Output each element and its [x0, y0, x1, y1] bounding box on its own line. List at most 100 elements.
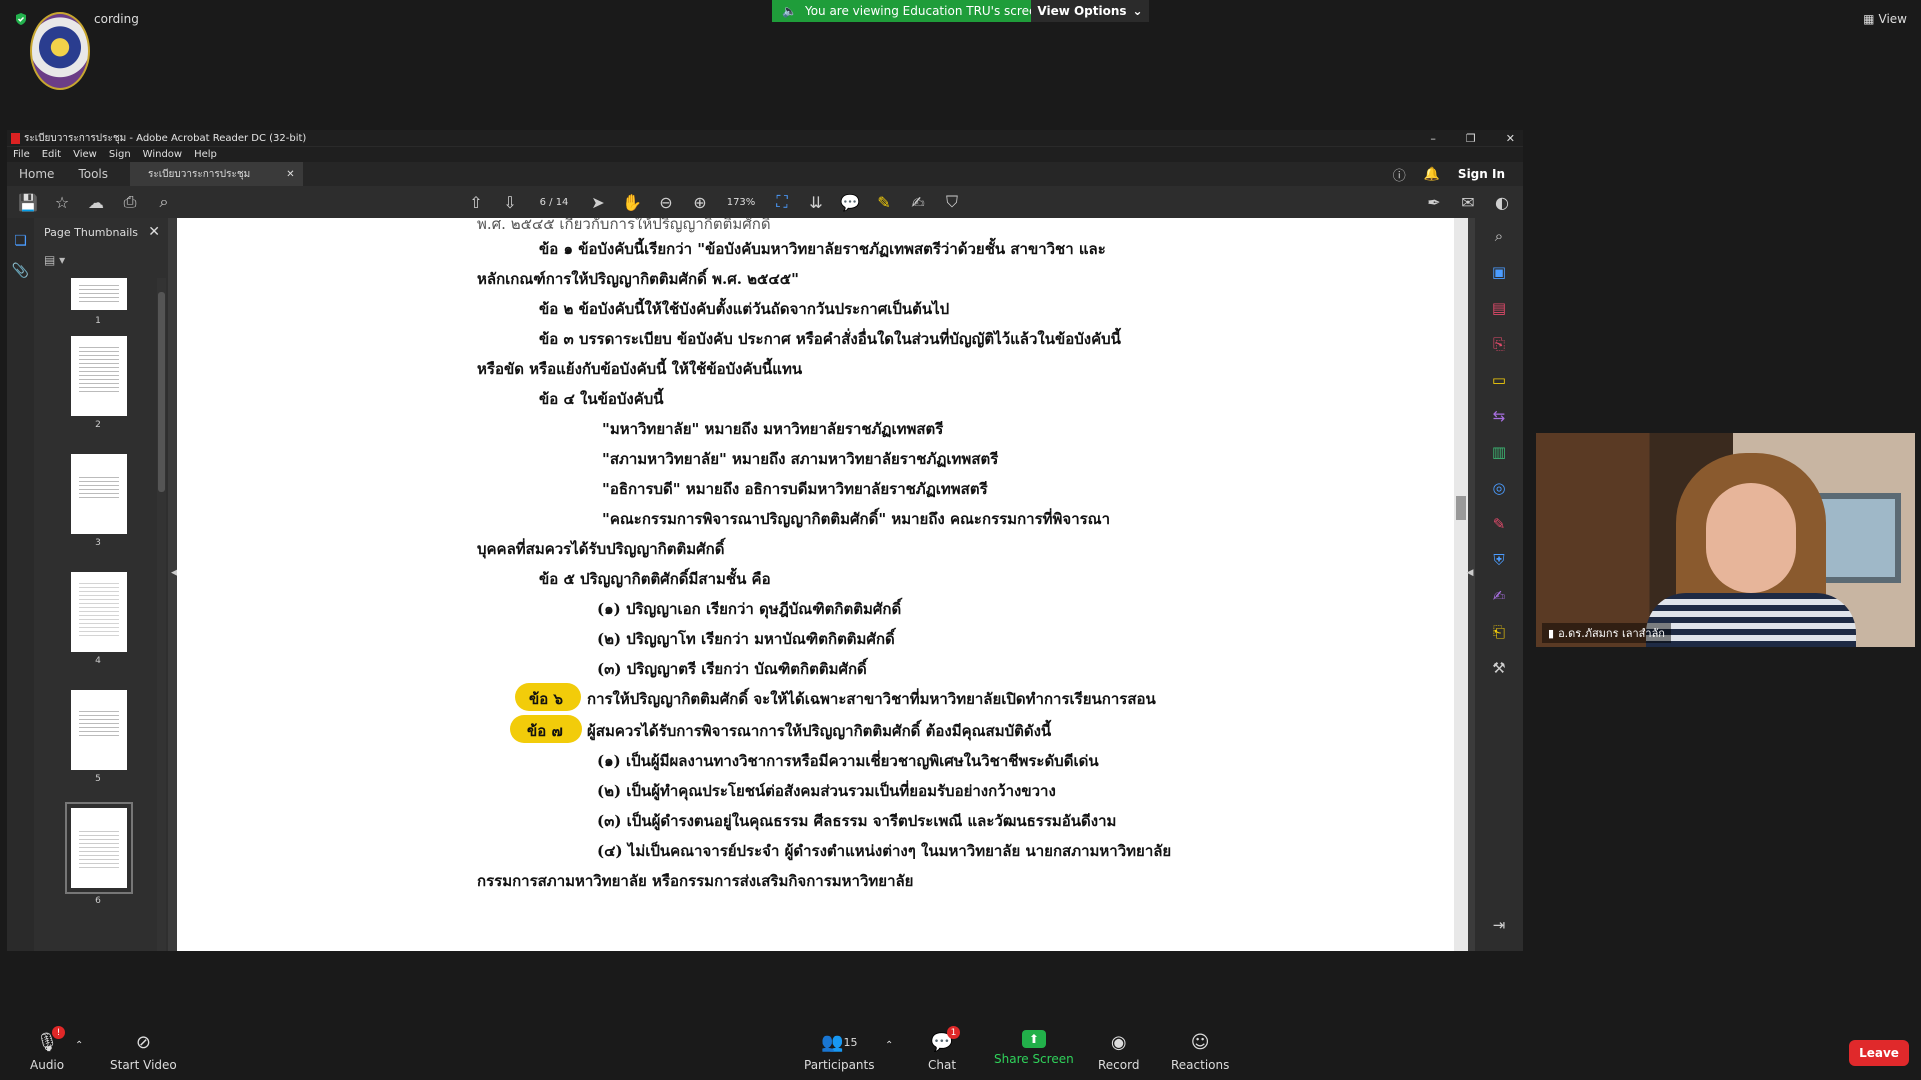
fill-sign-icon[interactable]: ✒ — [1421, 189, 1447, 215]
draw-icon[interactable]: ✍ — [905, 189, 931, 215]
thumbnail-number: 2 — [95, 420, 101, 430]
tab-document[interactable]: ระเบียบวาระการประชุม ✕ — [130, 162, 303, 186]
menu-help[interactable]: Help — [194, 149, 217, 160]
thumbnail-page[interactable] — [71, 278, 127, 310]
save-icon[interactable]: 💾 — [15, 189, 41, 215]
participants-button[interactable]: 👥 15 Participants — [804, 1030, 875, 1073]
record-label: Record — [1098, 1058, 1140, 1072]
star-icon[interactable]: ☆ — [49, 189, 75, 215]
organize-pages-icon[interactable]: ▤ — [1475, 290, 1523, 326]
print-icon[interactable]: ⎙ — [117, 189, 143, 215]
banner-text: You are viewing Education TRU's screen — [804, 4, 1044, 18]
share-screen-button[interactable]: ⬆ Share Screen — [994, 1030, 1074, 1066]
sign-in-button[interactable]: Sign In — [1458, 167, 1505, 181]
stamp-icon[interactable]: ⛉ — [939, 189, 965, 215]
scroll-mode-icon[interactable]: ⇊ — [803, 189, 829, 215]
fill-sign-tool-icon[interactable]: ✎ — [1475, 506, 1523, 542]
protect-icon[interactable]: ⛨ — [1475, 542, 1523, 578]
thumbnail-number: 5 — [95, 774, 101, 784]
participant-video[interactable]: ▮ อ.ดร.ภัสมกร เลาสำลัก — [1536, 433, 1915, 647]
collapse-pane-icon[interactable]: ⇥ — [1475, 907, 1523, 943]
bell-icon[interactable]: 🔔 — [1424, 167, 1440, 182]
document-scrollbar[interactable] — [1454, 218, 1468, 951]
thumbnail-page-selected[interactable] — [65, 802, 133, 894]
page-current[interactable]: 6 — [540, 197, 546, 208]
audio-button[interactable]: 🎙! Audio — [30, 1026, 66, 1072]
record-button[interactable]: ◉ Record — [1098, 1030, 1140, 1073]
highlight-pen-icon[interactable]: ✎ — [871, 189, 897, 215]
create-pdf-icon[interactable]: ▣ — [1475, 254, 1523, 290]
thumbnail-options-icon[interactable]: ▤ ▾ — [44, 253, 65, 267]
zoom-level[interactable]: 173% — [721, 197, 761, 208]
upload-cloud-icon[interactable]: ☁ — [83, 189, 109, 215]
view-button[interactable]: ▦ View — [1863, 12, 1907, 26]
menu-sign[interactable]: Sign — [109, 149, 131, 160]
request-sign-icon[interactable]: ✍ — [1475, 578, 1523, 614]
document-page[interactable]: พ.ศ. ๒๕๔๕ เกี่ยวกับการให้ปริญญากิตติมศัก… — [177, 218, 1468, 951]
menu-file[interactable]: File — [13, 149, 30, 160]
doc-line: "มหาวิทยาลัย" หมายถึง มหาวิทยาลัยราชภัฏเ… — [602, 420, 944, 438]
edit-pdf-icon[interactable]: ▥ — [1475, 434, 1523, 470]
zoom-search-icon[interactable]: ⌕ — [1475, 218, 1523, 254]
select-cursor-icon[interactable]: ➤ — [585, 189, 611, 215]
minimize-icon[interactable]: – — [1430, 132, 1436, 145]
hand-tool-icon[interactable]: ✋ — [619, 189, 645, 215]
more-tools-icon[interactable]: ⚒ — [1475, 650, 1523, 686]
chat-button[interactable]: 💬 1 Chat — [928, 1026, 961, 1072]
send-review-icon[interactable]: ⇆ — [1475, 398, 1523, 434]
pages-panel-icon[interactable]: ❏ — [7, 226, 34, 256]
thumbnail-scrollbar[interactable] — [157, 278, 166, 951]
email-icon[interactable]: ✉ — [1455, 189, 1481, 215]
thumbnail-page[interactable] — [71, 690, 127, 770]
menu-window[interactable]: Window — [143, 149, 182, 160]
tab-home[interactable]: Home — [7, 167, 66, 181]
menu-edit[interactable]: Edit — [42, 149, 61, 160]
export-pdf-icon[interactable]: ⎘ — [1475, 326, 1523, 362]
close-icon[interactable]: ✕ — [1506, 132, 1515, 145]
audio-label: Audio — [30, 1058, 65, 1072]
reactions-button[interactable]: ☺ Reactions — [1171, 1030, 1229, 1073]
attachment-icon[interactable]: 📎 — [7, 256, 34, 286]
chevron-down-icon: ⌄ — [1132, 4, 1143, 18]
menu-view[interactable]: View — [73, 149, 97, 160]
view-label: View — [1878, 12, 1907, 26]
close-tab-icon[interactable]: ✕ — [286, 169, 294, 180]
doc-line: บุคคลที่สมควรได้รับปริญญากิตติมศักดิ์ — [477, 540, 725, 558]
compare-files-icon[interactable]: ⎗ — [1475, 614, 1523, 650]
participants-caret-icon[interactable]: ⌃ — [885, 1040, 893, 1051]
restore-icon[interactable]: ❐ — [1466, 132, 1476, 145]
start-video-button[interactable]: ⊘ Start Video — [110, 1030, 177, 1073]
thumbnail-page[interactable] — [71, 454, 127, 534]
page-indicator[interactable]: 6 / 14 — [531, 197, 577, 208]
left-rail: ❏ 📎 — [7, 218, 34, 951]
university-logo — [30, 12, 90, 90]
record-icon: ◉ — [1110, 1031, 1127, 1053]
close-panel-icon[interactable]: ✕ — [148, 224, 160, 240]
leave-button[interactable]: Leave — [1849, 1040, 1909, 1066]
fit-page-icon[interactable]: ⛶ — [769, 189, 795, 215]
comment-icon[interactable]: 💬 — [837, 189, 863, 215]
thumbnail-list[interactable]: 1 2 3 4 5 6 — [34, 278, 156, 951]
view-options-button[interactable]: View Options ⌄ — [1031, 0, 1149, 22]
zoom-out-icon[interactable]: ⊖ — [653, 189, 679, 215]
tab-tools[interactable]: Tools — [66, 167, 120, 181]
search-icon[interactable]: ⌕ — [151, 189, 177, 215]
doc-line: ข้อ ๒ ข้อบังคับนี้ให้ใช้บังคับตั้งแต่วัน… — [539, 300, 950, 318]
help-icon[interactable]: ⓘ — [1393, 165, 1406, 184]
page-up-icon[interactable]: ⇧ — [463, 189, 489, 215]
viewing-screen-banner: 🔈 You are viewing Education TRU's screen — [772, 0, 1058, 22]
page-down-icon[interactable]: ⇩ — [497, 189, 523, 215]
zoom-in-icon[interactable]: ⊕ — [687, 189, 713, 215]
speaker-icon: 🔈 — [782, 4, 797, 18]
right-tools-rail: ⌕ ▣ ▤ ⎘ ▭ ⇆ ▥ ◎ ✎ ⛨ ✍ ⎗ ⚒ ⇥ — [1475, 218, 1523, 951]
comment-tool-icon[interactable]: ▭ — [1475, 362, 1523, 398]
enhance-scans-icon[interactable]: ◎ — [1475, 470, 1523, 506]
audio-options-caret-icon[interactable]: ⌃ — [75, 1040, 83, 1051]
share-user-icon[interactable]: ◐ — [1489, 189, 1515, 215]
collapse-right-icon[interactable]: ◀ — [1465, 568, 1475, 578]
participants-count: 15 — [843, 1035, 858, 1049]
thumbnail-page[interactable] — [71, 336, 127, 416]
thumbnails-title: Page Thumbnails — [44, 225, 139, 239]
thumbnail-page[interactable] — [71, 572, 127, 652]
zoom-meeting-window: cording 🔈 You are viewing Education TRU'… — [0, 0, 1921, 1080]
